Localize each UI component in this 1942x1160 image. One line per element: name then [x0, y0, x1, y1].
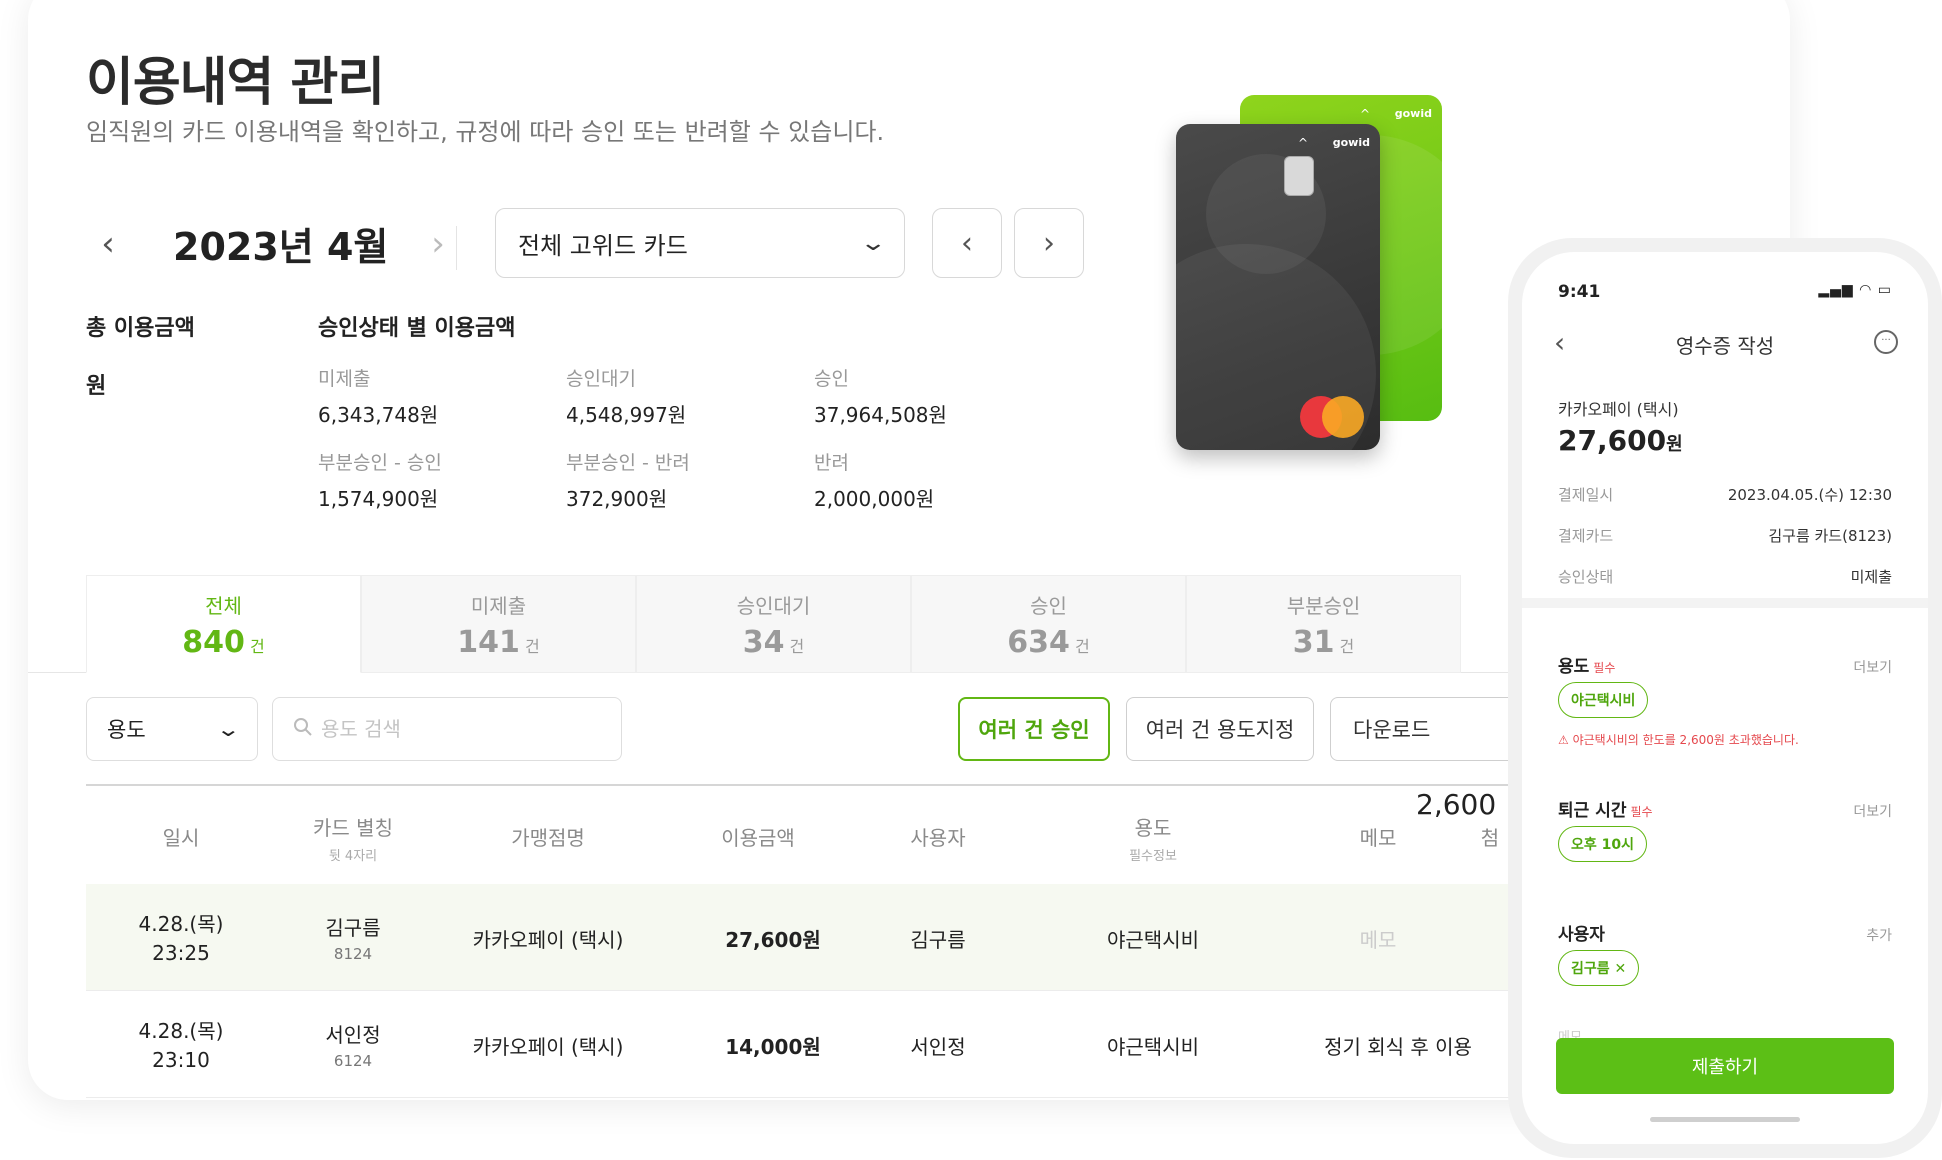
next-month-button[interactable]: ›: [418, 222, 458, 266]
detail-row: 승인상태 미제출: [1558, 568, 1892, 586]
card-select[interactable]: 전체 고위드 카드 ⌄: [495, 208, 905, 278]
row-purpose[interactable]: 야근택시비: [1088, 1031, 1218, 1060]
home-indicator: [1650, 1117, 1800, 1122]
stat-pending: 승인대기 4,548,997원: [566, 368, 687, 427]
stat-partial-approved: 부분승인 - 승인 1,574,900원: [318, 452, 442, 511]
submit-button[interactable]: 제출하기: [1556, 1038, 1894, 1094]
bulk-approve-button[interactable]: 여러 건 승인: [958, 697, 1110, 761]
col-amount: 이용금액: [721, 826, 795, 850]
tab-pending[interactable]: 승인대기 34 건: [636, 575, 911, 673]
row-merchant: 카카오페이 (택시): [472, 1035, 624, 1059]
row-date: 4.28.(목) 23:25: [138, 912, 224, 965]
floating-value: 2,600: [1416, 788, 1497, 821]
card-select-value: 전체 고위드 카드: [518, 231, 688, 260]
receipt-amount: 27,600원: [1558, 424, 1683, 457]
row-amount: 27,600원: [725, 928, 821, 952]
tab-all[interactable]: 전체 840 건: [86, 575, 361, 673]
tab-approved[interactable]: 승인 634 건: [911, 575, 1186, 673]
card-next-button[interactable]: ›: [1014, 208, 1084, 278]
receipt-merchant: 카카오페이 (택시): [1558, 400, 1679, 419]
leave-time-chip[interactable]: 오후 10시: [1558, 826, 1647, 862]
row-user: 서인정: [910, 1035, 966, 1059]
total-amount-label: 총 이용금액: [86, 316, 195, 341]
row-merchant: 카카오페이 (택시): [472, 928, 624, 952]
gowid-logo: gowid: [1394, 107, 1432, 120]
col-card: 카드 별칭 뒷 4자리: [313, 816, 393, 864]
row-memo[interactable]: 정기 회식 후 이용: [1298, 1031, 1498, 1060]
row-date: 4.28.(목) 23:10: [138, 1019, 224, 1072]
status-icons: ▂▄▆ ◠ ▭: [1818, 282, 1892, 298]
chevron-down-icon: ⌄: [216, 717, 242, 741]
phone-time: 9:41: [1558, 282, 1601, 302]
gowid-logo: gowid: [1332, 136, 1370, 149]
purpose-chip[interactable]: 야근택시비: [1558, 682, 1649, 718]
chat-icon[interactable]: ···: [1874, 330, 1898, 354]
purpose-search-input[interactable]: [321, 717, 581, 741]
user-chip[interactable]: 김구름 ✕: [1558, 950, 1640, 986]
user-section-header: 사용자 추가: [1558, 925, 1892, 945]
total-amount-value: 원: [86, 374, 107, 399]
chip-icon: [1284, 156, 1314, 196]
limit-warning: ⚠ 야근택시비의 한도를 2,600원 초과했습니다.: [1558, 733, 1799, 747]
tab-unsubmitted[interactable]: 미제출 141 건: [361, 575, 636, 673]
col-user: 사용자: [910, 826, 966, 850]
phone-screen: 9:41 ▂▄▆ ◠ ▭ ‹ 영수증 작성 ··· 카카오페이 (택시) 27,…: [1522, 252, 1928, 1144]
bulk-assign-purpose-button[interactable]: 여러 건 용도지정: [1126, 697, 1314, 761]
card-prev-button[interactable]: ‹: [932, 208, 1002, 278]
download-button[interactable]: 다운로드: [1330, 697, 1520, 761]
purpose-filter-select[interactable]: 용도 ⌄: [86, 697, 258, 761]
row-purpose[interactable]: 야근택시비: [1088, 924, 1218, 953]
section-divider: [1522, 598, 1928, 608]
stat-approved: 승인 37,964,508원: [814, 368, 947, 427]
detail-row: 결제카드 김구름 카드(8123): [1558, 527, 1892, 545]
status-tabs: 전체 840 건 미제출 141 건 승인대기 34 건 승인 634 건 부분…: [86, 575, 1726, 673]
row-card: 김구름 8124: [325, 916, 381, 963]
stat-partial-rejected: 부분승인 - 반려 372,900원: [566, 452, 690, 511]
chevron-down-icon: ⌄: [858, 230, 887, 256]
page-title: 이용내역 관리: [86, 53, 385, 113]
page-subtitle: 임직원의 카드 이용내역을 확인하고, 규정에 따라 승인 또는 반려할 수 있…: [86, 118, 885, 146]
detail-row: 결제일시 2023.04.05.(수) 12:30: [1558, 486, 1892, 504]
col-memo: 메모: [1359, 826, 1397, 850]
month-label: 2023년 4월: [173, 225, 389, 269]
stat-unsubmitted: 미제출 6,343,748원: [318, 368, 439, 427]
add-user-link[interactable]: 추가: [1866, 925, 1892, 945]
stat-rejected: 반려 2,000,000원: [814, 452, 935, 511]
row-user: 김구름: [910, 928, 966, 952]
purpose-section-header: 용도 필수 더보기: [1558, 657, 1892, 677]
purpose-more-link[interactable]: 더보기: [1853, 657, 1892, 677]
col-attachment: 첨: [1480, 826, 1500, 850]
leave-time-section-header: 퇴근 시간 필수 더보기: [1558, 801, 1892, 821]
prev-month-button[interactable]: ‹: [88, 222, 128, 266]
search-icon: [293, 717, 313, 742]
row-card: 서인정 6124: [325, 1023, 381, 1070]
leave-time-more-link[interactable]: 더보기: [1853, 801, 1892, 821]
col-purpose: 용도 필수정보: [1129, 816, 1177, 864]
row-amount: 14,000원: [725, 1035, 821, 1059]
col-merchant: 가맹점명: [511, 826, 585, 850]
status-amount-label: 승인상태 별 이용금액: [318, 316, 516, 341]
divider: [456, 226, 457, 270]
row-memo[interactable]: 메모: [1318, 924, 1438, 953]
dark-card-image: ^ gowid: [1176, 124, 1380, 450]
phone-title: 영수증 작성: [1675, 334, 1775, 358]
purpose-search[interactable]: [272, 697, 622, 761]
tab-partial[interactable]: 부분승인 31 건: [1186, 575, 1461, 673]
col-date: 일시: [162, 826, 200, 850]
phone-mockup: 9:41 ▂▄▆ ◠ ▭ ‹ 영수증 작성 ··· 카카오페이 (택시) 27,…: [1508, 238, 1942, 1158]
